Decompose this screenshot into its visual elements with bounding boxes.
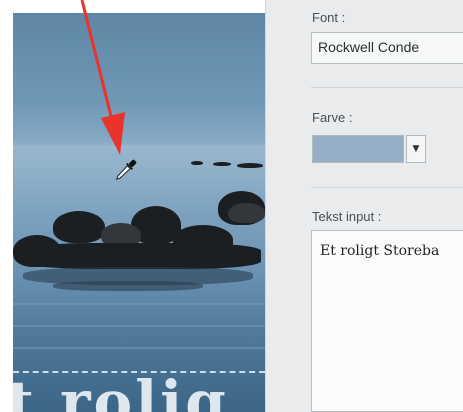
photo-canvas[interactable]: t rolig <box>13 13 265 412</box>
water-ripple <box>13 325 265 327</box>
distant-rock <box>213 162 231 166</box>
distant-rock <box>191 161 203 165</box>
divider <box>311 187 463 188</box>
rock <box>228 203 265 223</box>
font-select[interactable]: Rockwell Conde <box>311 32 463 64</box>
photo-overlay-text[interactable]: t rolig <box>13 373 229 412</box>
rock <box>53 211 105 243</box>
water-ripple <box>13 303 265 305</box>
color-label: Farve : <box>312 110 353 125</box>
text-settings-panel: Font : Rockwell Conde Farve : ▼ Tekst in… <box>265 0 463 412</box>
color-swatch[interactable] <box>312 135 404 163</box>
rock-reflection <box>53 281 203 291</box>
distant-rock <box>237 163 263 168</box>
color-dropdown-button[interactable]: ▼ <box>406 135 426 163</box>
font-label: Font : <box>312 10 346 25</box>
rock-base <box>21 243 261 269</box>
text-input-field[interactable]: Et roligt Storeba <box>311 230 463 412</box>
horizon-line <box>13 146 265 148</box>
divider <box>311 87 463 88</box>
text-input-label: Tekst input : <box>312 209 382 224</box>
eyedropper-icon <box>111 155 141 189</box>
chevron-down-icon: ▼ <box>412 144 420 154</box>
water-ripple <box>13 347 265 349</box>
